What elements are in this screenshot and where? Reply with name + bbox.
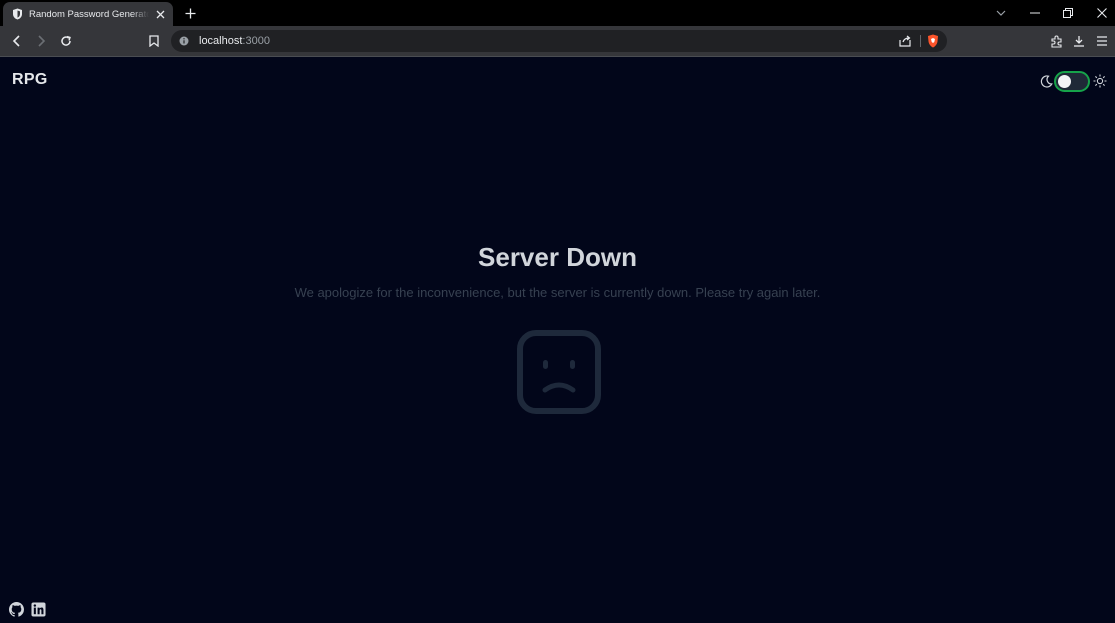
extensions-icon[interactable] — [1047, 32, 1065, 50]
bookmark-icon[interactable] — [145, 32, 163, 50]
page: RPG Server Down We apologize for the inc… — [0, 57, 1115, 623]
reload-icon[interactable] — [57, 32, 75, 50]
address-separator — [920, 35, 921, 47]
share-icon[interactable] — [897, 33, 913, 49]
theme-toggle[interactable] — [1054, 70, 1090, 92]
sun-icon — [1093, 74, 1107, 88]
tab-title: Random Password Generator Tool — [29, 8, 149, 20]
shield-icon — [11, 8, 23, 20]
url-host: localhost — [199, 35, 243, 47]
toggle-knob — [1058, 74, 1071, 88]
address-bar[interactable]: localhost:3000 — [171, 30, 947, 52]
moon-icon — [1039, 74, 1053, 88]
sad-face-icon — [515, 328, 603, 416]
error-title: Server Down — [478, 242, 637, 272]
theme-switch[interactable] — [1039, 70, 1107, 92]
forward-icon[interactable] — [32, 32, 50, 50]
chevron-down-icon[interactable] — [984, 0, 1018, 26]
browser-tab[interactable]: Random Password Generator Tool — [3, 2, 173, 26]
url-text[interactable]: localhost:3000 — [199, 34, 270, 48]
browser-toolbar: localhost:3000 — [0, 26, 1115, 56]
minimize-icon[interactable] — [1018, 0, 1052, 26]
info-icon[interactable] — [179, 36, 189, 46]
linkedin-icon[interactable] — [30, 601, 46, 617]
github-icon[interactable] — [8, 601, 24, 617]
footer-links — [8, 601, 46, 617]
restore-icon[interactable] — [1051, 0, 1085, 26]
url-port: :3000 — [242, 35, 270, 47]
download-icon[interactable] — [1070, 32, 1088, 50]
new-tab-icon[interactable] — [181, 5, 199, 21]
close-window-icon[interactable] — [1085, 0, 1115, 26]
tab-bar: Random Password Generator Tool — [0, 0, 1115, 26]
menu-icon[interactable] — [1093, 32, 1111, 50]
brave-shield-icon[interactable] — [925, 33, 941, 49]
brand-logo[interactable]: RPG — [12, 71, 48, 89]
close-tab-icon[interactable] — [153, 7, 167, 21]
error-message: We apologize for the inconvenience, but … — [294, 285, 821, 300]
back-icon[interactable] — [8, 32, 26, 50]
